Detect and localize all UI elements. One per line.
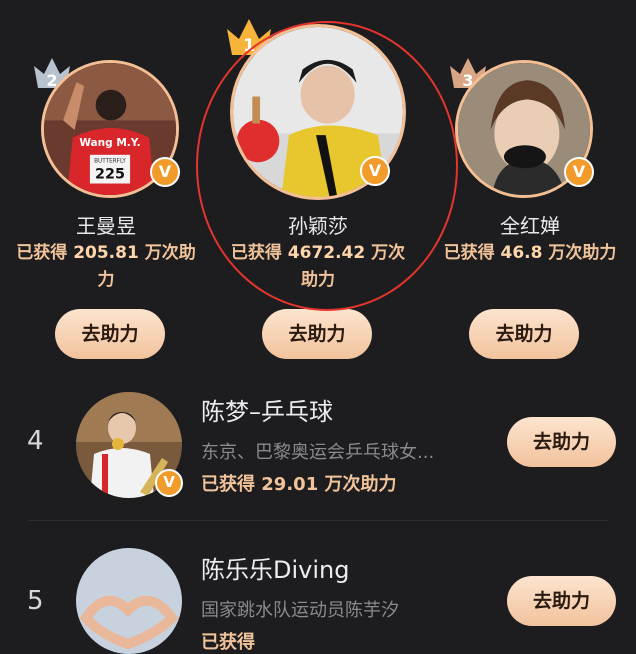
list-item-rank-5[interactable]: 5 陈乐乐Diving 国家跳水队运动员陈芋汐 已获得 去助力	[0, 542, 636, 654]
support-button[interactable]: 去助力	[507, 417, 616, 467]
svg-text:BUTTERFLY: BUTTERFLY	[94, 158, 126, 164]
support-count: 已获得 205.81 万次助力	[16, 243, 196, 290]
support-button[interactable]: 去助力	[507, 576, 616, 626]
athlete-name: 陈梦–乒乓球	[201, 398, 333, 426]
support-count: 已获得 4672.42 万次助力	[230, 243, 406, 290]
athlete-name: 全红婵	[500, 214, 560, 238]
athlete-name: 孙颖莎	[288, 214, 348, 238]
verified-icon: V	[564, 157, 594, 187]
verified-icon: V	[360, 156, 390, 186]
athlete-name: 陈乐乐Diving	[201, 556, 350, 584]
athlete-description: 国家跳水队运动员陈芋汐	[201, 600, 399, 621]
athlete-photo	[76, 548, 182, 654]
support-button[interactable]: 去助力	[262, 309, 372, 359]
verified-icon: V	[150, 157, 180, 187]
avatar[interactable]	[76, 548, 182, 654]
athlete-description: 东京、巴黎奥运会乒乓球女...	[201, 442, 435, 463]
svg-text:225: 225	[95, 167, 125, 183]
list-item-rank-4[interactable]: 4 V 陈梦–乒乓球 东京、巴黎奥运会乒乓球女... 已获得 29.01 万次助…	[0, 386, 636, 512]
support-count: 已获得 29.01 万次助力	[201, 474, 397, 495]
support-button[interactable]: 去助力	[469, 309, 579, 359]
svg-text:Wang M.Y.: Wang M.Y.	[79, 137, 140, 149]
support-button[interactable]: 去助力	[55, 309, 165, 359]
verified-icon: V	[155, 469, 183, 497]
list-divider	[28, 520, 608, 521]
support-count: 已获得 46.8 万次助力	[443, 243, 617, 263]
rank-number: 4	[27, 426, 44, 456]
rank-number: 5	[27, 586, 44, 616]
athlete-name: 王曼昱	[76, 214, 136, 238]
